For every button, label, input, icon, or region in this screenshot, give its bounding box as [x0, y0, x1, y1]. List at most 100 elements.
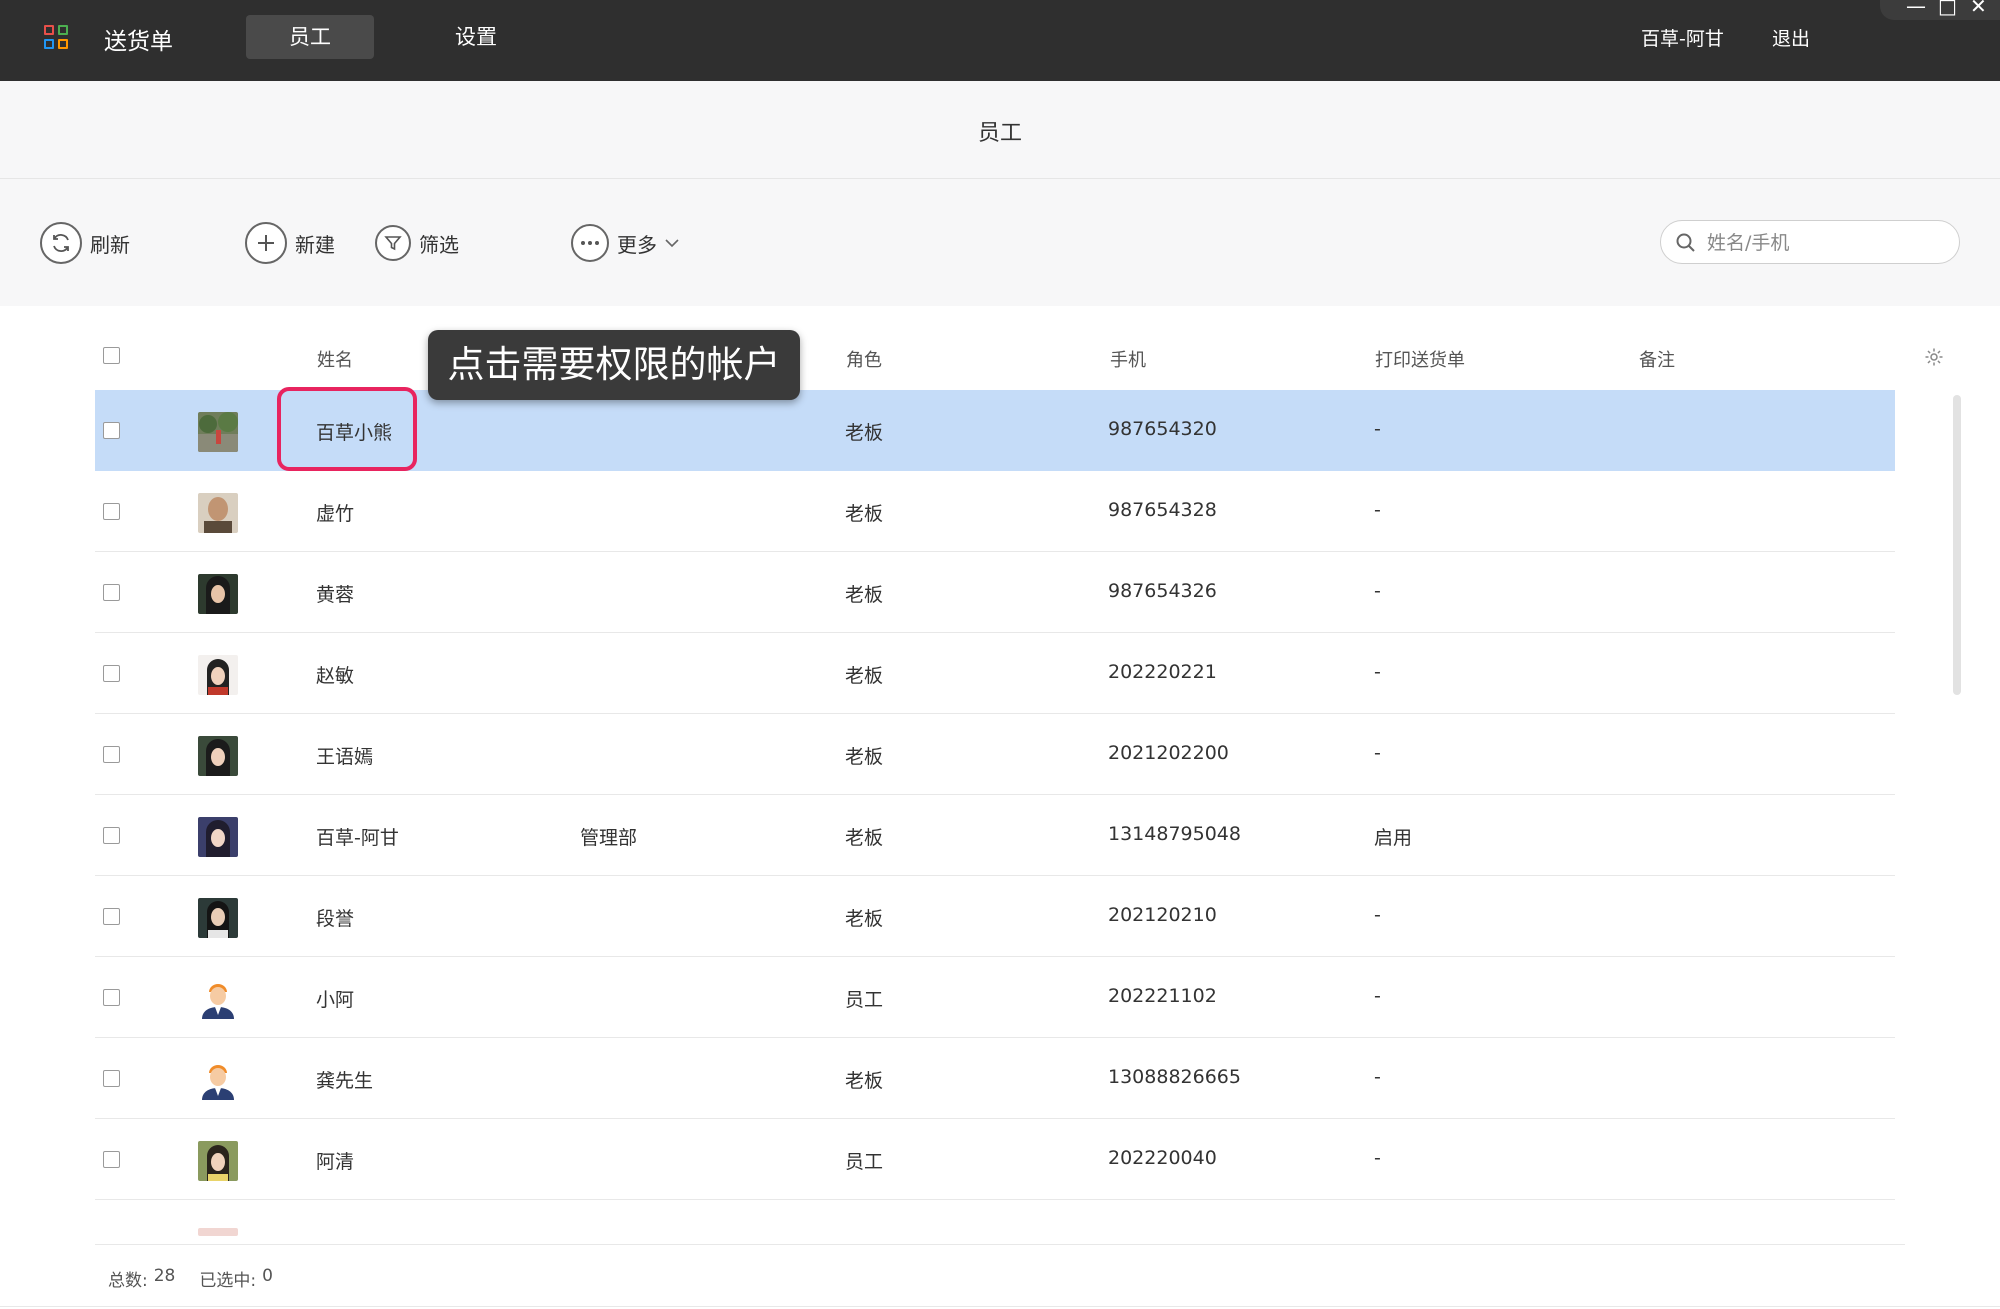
- avatar: [198, 898, 238, 938]
- avatar: [198, 493, 238, 533]
- employee-name[interactable]: 虚竹: [316, 499, 354, 526]
- filter-label: 筛选: [419, 232, 459, 257]
- gear-icon[interactable]: [1924, 347, 1944, 367]
- row-checkbox[interactable]: [103, 746, 120, 763]
- row-checkbox[interactable]: [103, 989, 120, 1006]
- employee-print: -: [1374, 499, 1381, 521]
- avatar: [198, 979, 238, 1019]
- plus-icon: [245, 222, 287, 264]
- employee-print: 启用: [1374, 827, 1413, 849]
- select-all-checkbox[interactable]: [103, 347, 120, 364]
- table-header: 姓名 角色 手机 打印送货单 备注: [95, 326, 1895, 390]
- refresh-button[interactable]: 刷新: [40, 221, 130, 265]
- table-row[interactable]: 黄蓉 老板 987654326 -: [95, 552, 1895, 633]
- column-print[interactable]: 打印送货单: [1375, 346, 1465, 372]
- employee-name[interactable]: 王语嫣: [316, 742, 373, 769]
- avatar: [198, 1141, 238, 1181]
- employee-print: -: [1374, 580, 1381, 602]
- row-checkbox[interactable]: [103, 908, 120, 925]
- employee-phone: 202120210: [1108, 904, 1217, 926]
- nav-tab-employees[interactable]: 员工: [246, 15, 374, 59]
- close-button[interactable]: ✕: [1970, 0, 1987, 16]
- employee-print: -: [1374, 742, 1381, 764]
- filter-icon: [375, 225, 411, 261]
- table-row[interactable]: 段誉 老板 202120210 -: [95, 876, 1895, 957]
- top-bar: 送货单 员工 设置 百草-阿甘 退出 — □ ✕: [0, 0, 2000, 81]
- employee-role: 老板: [845, 827, 884, 849]
- search-icon: [1676, 233, 1695, 252]
- avatar: [198, 736, 238, 776]
- employee-phone: 202220040: [1108, 1147, 1217, 1169]
- table-row[interactable]: 百草-阿甘 管理部 老板 13148795048 启用: [95, 795, 1895, 876]
- avatar: [198, 817, 238, 857]
- row-checkbox[interactable]: [103, 665, 120, 682]
- column-role[interactable]: 角色: [846, 346, 882, 372]
- table-row[interactable]: 龚先生 老板 13088826665 -: [95, 1038, 1895, 1119]
- employee-role: 员工: [845, 989, 884, 1011]
- app-logo-icon: [44, 25, 70, 51]
- row-checkbox[interactable]: [103, 422, 120, 439]
- employee-name[interactable]: 段誉: [316, 904, 354, 931]
- avatar: [198, 655, 238, 695]
- toolbar: 刷新 新建 筛选 更多: [0, 179, 2000, 306]
- employee-name[interactable]: 小阿: [316, 985, 354, 1012]
- employee-role: 老板: [845, 665, 884, 687]
- employee-name[interactable]: 赵敏: [316, 661, 354, 688]
- employee-name[interactable]: 百草-阿甘: [316, 823, 399, 850]
- table-row[interactable]: 虚竹 老板 987654328 -: [95, 471, 1895, 552]
- column-phone[interactable]: 手机: [1110, 346, 1146, 372]
- table-row[interactable]: 赵敏 老板 202220221 -: [95, 633, 1895, 714]
- window-controls: — □ ✕: [1880, 0, 2000, 20]
- maximize-button[interactable]: □: [1938, 0, 1957, 16]
- employee-name[interactable]: 龚先生: [316, 1066, 373, 1093]
- minimize-button[interactable]: —: [1906, 0, 1926, 16]
- table-row[interactable]: 小阿 员工 202221102 -: [95, 957, 1895, 1038]
- employee-print: -: [1374, 1066, 1381, 1088]
- avatar: [198, 1228, 238, 1236]
- table-row[interactable]: 王语嫣 老板 2021202200 -: [95, 714, 1895, 795]
- employee-phone: 13088826665: [1108, 1066, 1241, 1088]
- employee-phone: 13148795048: [1108, 823, 1241, 845]
- logout-button[interactable]: 退出: [1772, 24, 1810, 51]
- selected-count: 0: [262, 1266, 273, 1286]
- employee-phone: 202220221: [1108, 661, 1217, 683]
- column-note[interactable]: 备注: [1639, 346, 1675, 372]
- employee-print: -: [1374, 985, 1381, 1007]
- employee-print: -: [1374, 904, 1381, 926]
- selected-label: 已选中:: [199, 1271, 257, 1291]
- total-label: 总数:: [108, 1271, 148, 1291]
- row-checkbox[interactable]: [103, 503, 120, 520]
- table-footer: 总数: 28 已选中: 0: [108, 1266, 273, 1291]
- column-name[interactable]: 姓名: [317, 346, 353, 372]
- employee-role: 老板: [845, 908, 884, 930]
- refresh-icon: [40, 222, 82, 264]
- more-button[interactable]: 更多: [571, 221, 679, 265]
- row-checkbox[interactable]: [103, 827, 120, 844]
- employee-name[interactable]: 阿清: [316, 1147, 354, 1174]
- row-checkbox[interactable]: [103, 1151, 120, 1168]
- row-checkbox[interactable]: [103, 584, 120, 601]
- avatar: [198, 574, 238, 614]
- filter-button[interactable]: 筛选: [375, 221, 459, 265]
- table-row[interactable]: 阿清 员工 202220040 -: [95, 1119, 1895, 1200]
- current-user[interactable]: 百草-阿甘: [1641, 24, 1724, 51]
- row-checkbox[interactable]: [103, 1070, 120, 1087]
- page-title: 员工: [977, 121, 1022, 146]
- employee-phone: 202221102: [1108, 985, 1217, 1007]
- vertical-scrollbar[interactable]: [1953, 395, 1961, 695]
- search-box[interactable]: [1660, 220, 1960, 264]
- employee-dept: 管理部: [580, 827, 638, 849]
- new-button[interactable]: 新建: [245, 221, 335, 265]
- nav-tab-settings[interactable]: 设置: [412, 15, 540, 59]
- search-input[interactable]: [1705, 227, 1949, 259]
- chevron-down-icon: [665, 239, 679, 248]
- employee-name[interactable]: 黄蓉: [316, 580, 354, 607]
- total-count: 28: [153, 1266, 176, 1286]
- instruction-callout: 点击需要权限的帐户: [428, 330, 800, 400]
- avatar: [198, 1060, 238, 1100]
- employee-role: 老板: [845, 746, 884, 768]
- employee-role: 老板: [845, 422, 884, 444]
- page-header: 员工: [0, 81, 2000, 179]
- employee-role: 老板: [845, 503, 884, 525]
- avatar: [198, 412, 238, 452]
